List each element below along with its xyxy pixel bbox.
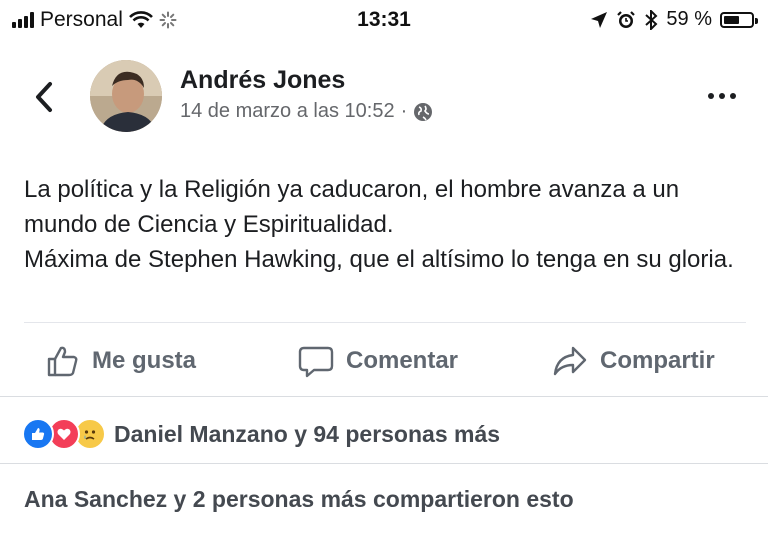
- author-avatar[interactable]: [90, 60, 162, 132]
- reactions-text: Daniel Manzano y 94 personas más: [114, 420, 501, 447]
- status-bar: Personal 13:31 59 %: [0, 0, 768, 40]
- globe-icon: [414, 102, 433, 121]
- post-meta: 14 de marzo a las 10:52 ·: [180, 100, 433, 123]
- bluetooth-icon: [645, 9, 658, 30]
- shares-summary[interactable]: Ana Sanchez y 2 personas más compartiero…: [24, 486, 574, 513]
- comment-button[interactable]: Comentar: [298, 338, 458, 384]
- back-arrow-icon[interactable]: [30, 80, 60, 114]
- divider: [0, 396, 768, 397]
- alarm-icon: [617, 10, 636, 28]
- location-arrow-icon: [591, 11, 608, 28]
- divider: [24, 322, 746, 323]
- like-button[interactable]: Me gusta: [46, 338, 196, 384]
- divider: [0, 463, 768, 464]
- comment-label: Comentar: [346, 347, 459, 374]
- battery-percent: 59 %: [666, 8, 712, 30]
- battery-level-fill: [724, 15, 740, 24]
- like-reaction-icon: [22, 418, 54, 450]
- post-timestamp[interactable]: 14 de marzo a las 10:52: [180, 100, 395, 123]
- share-button[interactable]: Compartir: [552, 338, 715, 384]
- post-body: La política y la Religión ya caducaron, …: [24, 172, 754, 277]
- post-text-paragraph: La política y la Religión ya caducaron, …: [24, 176, 680, 238]
- comment-icon: [298, 346, 334, 378]
- meta-separator: ·: [400, 100, 408, 122]
- action-bar: Me gusta Comentar Compartir: [0, 338, 768, 384]
- author-name[interactable]: Andrés Jones: [180, 66, 345, 95]
- status-right: 59 %: [590, 8, 758, 31]
- share-label: Compartir: [600, 347, 715, 374]
- reactions-summary[interactable]: Daniel Manzano y 94 personas más: [22, 418, 500, 450]
- like-label: Me gusta: [92, 347, 197, 374]
- more-options-icon[interactable]: [706, 86, 738, 106]
- post-text-paragraph: Máxima de Stephen Hawking, que el altísi…: [24, 246, 734, 273]
- battery-icon: [720, 11, 758, 28]
- avatar-photo: [90, 60, 162, 132]
- share-arrow-icon: [553, 346, 587, 376]
- thumbs-up-icon: [47, 346, 78, 377]
